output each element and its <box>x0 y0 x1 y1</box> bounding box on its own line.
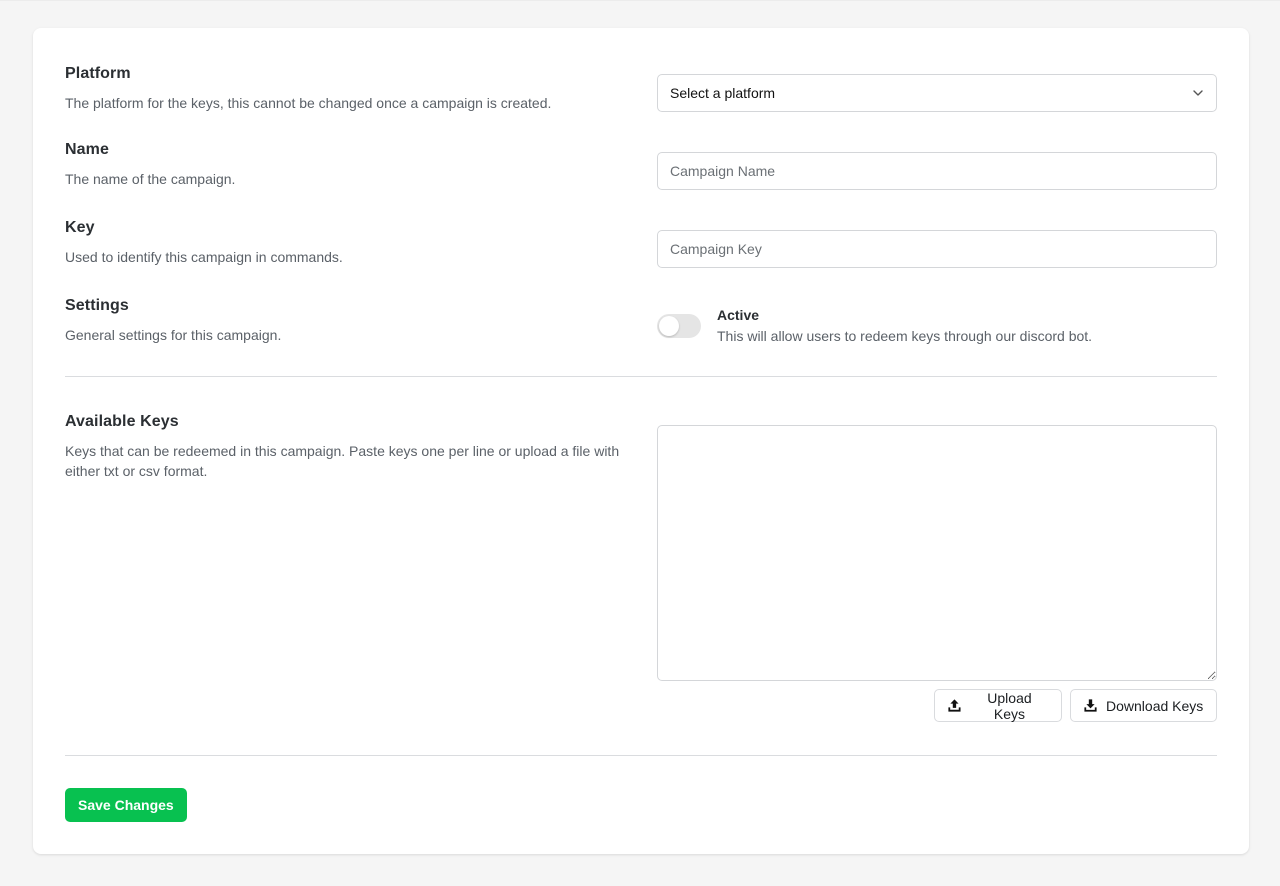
platform-title: Platform <box>65 65 131 82</box>
active-toggle-label: Active <box>717 307 760 323</box>
campaign-form-card: Platform The platform for the keys, this… <box>33 28 1249 854</box>
platform-row: Platform The platform for the keys, this… <box>65 64 1217 113</box>
platform-label-group: Platform The platform for the keys, this… <box>65 64 625 113</box>
upload-icon <box>948 699 961 712</box>
active-toggle-text: Active This will allow users to redeem k… <box>717 306 1092 346</box>
available-keys-row: Available Keys Keys that can be redeemed… <box>65 412 1217 722</box>
section-divider <box>65 376 1217 377</box>
key-label-group: Key Used to identify this campaign in co… <box>65 218 625 267</box>
settings-row: Settings General settings for this campa… <box>65 296 1217 346</box>
download-icon <box>1084 699 1097 712</box>
footer-divider <box>65 755 1217 756</box>
campaign-name-input[interactable] <box>657 152 1217 190</box>
available-keys-label-group: Available Keys Keys that can be redeemed… <box>65 412 625 481</box>
top-border <box>0 0 1280 1</box>
settings-title: Settings <box>65 297 129 314</box>
platform-select-value: Select a platform <box>670 85 776 101</box>
key-input-wrapper <box>657 230 1217 268</box>
name-description: The name of the campaign. <box>65 171 236 187</box>
campaign-key-input[interactable] <box>657 230 1217 268</box>
download-keys-button[interactable]: Download Keys <box>1070 689 1217 722</box>
available-keys-textarea[interactable] <box>657 425 1217 681</box>
download-keys-label: Download Keys <box>1106 697 1204 714</box>
toggle-knob <box>659 316 679 336</box>
key-title: Key <box>65 219 95 236</box>
key-row: Key Used to identify this campaign in co… <box>65 218 1217 268</box>
available-keys-title: Available Keys <box>65 413 179 430</box>
name-title: Name <box>65 141 109 158</box>
active-toggle-group: Active This will allow users to redeem k… <box>657 306 1217 346</box>
chevron-down-icon <box>1193 90 1203 96</box>
platform-description: The platform for the keys, this cannot b… <box>65 95 552 111</box>
key-description: Used to identify this campaign in comman… <box>65 249 343 265</box>
settings-description: General settings for this campaign. <box>65 327 282 343</box>
save-changes-button[interactable]: Save Changes <box>65 788 187 822</box>
platform-select[interactable]: Select a platform <box>657 74 1217 112</box>
platform-select-wrapper: Select a platform <box>657 74 1217 112</box>
available-keys-description: Keys that can be redeemed in this campai… <box>65 443 620 479</box>
name-label-group: Name The name of the campaign. <box>65 140 625 189</box>
active-toggle[interactable] <box>657 314 701 338</box>
settings-label-group: Settings General settings for this campa… <box>65 296 625 345</box>
active-toggle-description: This will allow users to redeem keys thr… <box>717 328 1093 344</box>
name-row: Name The name of the campaign. <box>65 140 1217 190</box>
upload-keys-label: Upload Keys <box>987 689 1032 722</box>
upload-keys-button[interactable]: Upload Keys <box>934 689 1062 722</box>
name-input-wrapper <box>657 152 1217 190</box>
